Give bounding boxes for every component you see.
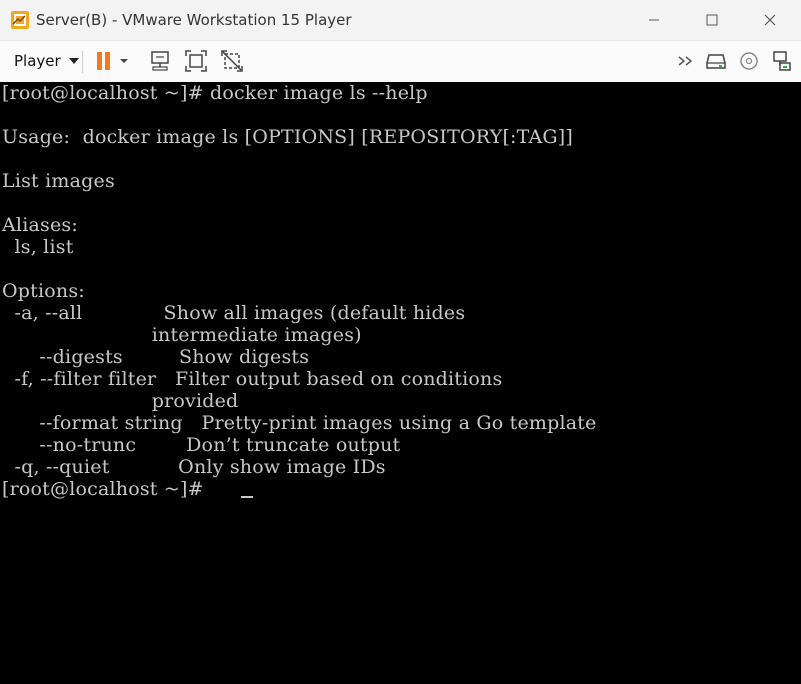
cd-icon (740, 52, 758, 70)
terminal-line: provided (2, 390, 239, 412)
terminal-line: ls, list (2, 236, 74, 258)
terminal-line: Options: (2, 280, 85, 302)
send-ctrl-alt-del-button[interactable] (146, 47, 174, 75)
unity-icon (221, 50, 243, 72)
minimize-icon (649, 19, 659, 21)
window-title: Server(B) - VMware Workstation 15 Player (36, 11, 352, 29)
toolbar-divider (82, 51, 83, 73)
terminal-line: List images (2, 170, 115, 192)
title-bar: Server(B) - VMware Workstation 15 Player (0, 0, 801, 40)
fit-guest-icon (185, 50, 207, 72)
minimize-button[interactable] (631, 0, 677, 40)
hdd-icon (706, 54, 726, 69)
network-icon (773, 51, 791, 71)
hdd-button[interactable] (702, 47, 730, 75)
terminal-line: --format string Pretty-print images usin… (2, 412, 597, 434)
terminal-line: -a, --all Show all images (default hides (2, 302, 466, 324)
send-ctrl-alt-del-icon (151, 51, 169, 71)
vmware-player-window: Server(B) - VMware Workstation 15 Player… (0, 0, 801, 684)
forward-icon (678, 56, 693, 66)
pause-button[interactable] (92, 47, 134, 75)
terminal-line: -f, --filter filter Filter output based … (2, 368, 503, 390)
terminal-prompt-line: [root@localhost ~]# (2, 478, 210, 500)
terminal-line: --no-trunc Don’t truncate output (2, 434, 401, 456)
fit-guest-button[interactable] (182, 47, 210, 75)
terminal-line: -q, --quiet Only show image IDs (2, 456, 386, 478)
maximize-icon (706, 14, 718, 26)
terminal-line: Usage: docker image ls [OPTIONS] [REPOSI… (2, 126, 574, 148)
network-button[interactable] (768, 47, 796, 75)
toolbar: Player (0, 40, 801, 83)
cd-button[interactable] (735, 47, 763, 75)
vm-console[interactable]: [root@localhost ~]# docker image ls --he… (0, 82, 801, 684)
close-icon (764, 14, 776, 26)
player-menu-label: Player (14, 52, 61, 70)
terminal-line: --digests Show digests (2, 346, 310, 368)
chevron-down-icon (68, 58, 79, 64)
player-menu-button[interactable]: Player (6, 47, 87, 75)
close-button[interactable] (747, 0, 793, 40)
unity-button[interactable] (218, 47, 246, 75)
terminal-line: intermediate images) (2, 324, 362, 346)
terminal-line: Aliases: (2, 214, 78, 236)
forward-button[interactable] (673, 47, 701, 75)
maximize-button[interactable] (689, 0, 735, 40)
terminal-cursor (241, 496, 253, 498)
vmware-app-icon (10, 10, 30, 30)
pause-icon (97, 52, 128, 70)
terminal-line: [root@localhost ~]# docker image ls --he… (2, 82, 428, 104)
